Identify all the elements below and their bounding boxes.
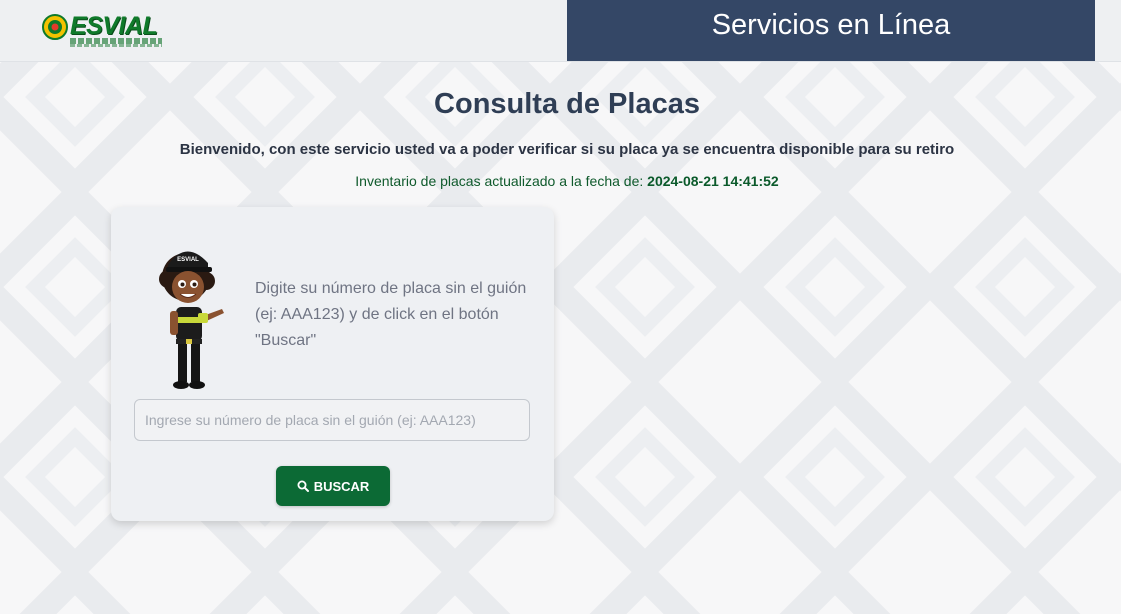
logo-emblem-icon: [42, 14, 68, 40]
plate-number-input[interactable]: [134, 399, 530, 441]
mascot-illustration: ESVIAL: [159, 251, 224, 389]
inventory-datetime: 2024-08-21 14:41:52: [647, 173, 779, 189]
logo-text: ESVIAL: [70, 12, 158, 40]
inventory-label: Inventario de placas actualizado a la fe…: [355, 173, 644, 189]
header-banner: Servicios en Línea: [567, 0, 1095, 61]
logo-subtext-line: [70, 44, 162, 47]
search-button[interactable]: BUSCAR: [276, 466, 390, 506]
top-header: ESVIAL Servicios en Línea: [0, 0, 1121, 62]
banner-title: Servicios en Línea: [711, 9, 951, 41]
esvial-logo[interactable]: ESVIAL: [42, 12, 162, 47]
welcome-text: Bienvenido, con este servicio usted va a…: [179, 141, 955, 158]
instructions-text: Digite su número de placa sin el guión (…: [255, 280, 527, 349]
search-icon: [297, 480, 309, 492]
page-title: Consulta de Placas: [434, 88, 700, 120]
inventory-updated-text: Inventario de placas actualizado a la fe…: [0, 173, 1121, 189]
mascot-cap-text: ESVIAL: [177, 257, 199, 263]
search-card: ESVIAL Digite su número de placa sin el …: [111, 207, 554, 521]
search-button-label: BUSCAR: [313, 478, 370, 494]
